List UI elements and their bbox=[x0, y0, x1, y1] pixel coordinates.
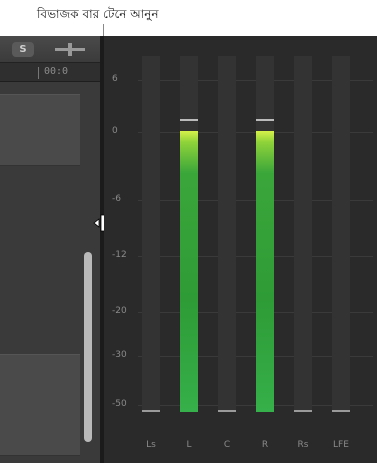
meter-floor bbox=[294, 410, 312, 412]
scale-label: -20 bbox=[112, 306, 127, 316]
meter-channel-rs bbox=[294, 56, 312, 412]
meter-channel-lfe bbox=[332, 56, 350, 412]
channel-label: C bbox=[223, 440, 231, 450]
channel-label: Rs bbox=[297, 440, 309, 450]
ruler-time: 00:0 bbox=[44, 66, 69, 77]
meter-floor bbox=[142, 410, 160, 412]
app-window: S 00:0 6 0 -6 -12 -20 -30 -50 Ls L C R R… bbox=[0, 36, 377, 463]
scale-label: -12 bbox=[112, 250, 127, 260]
meter-channel-c bbox=[218, 56, 236, 412]
meter-floor bbox=[332, 410, 350, 412]
meter-level-l bbox=[180, 131, 198, 412]
scale-label: 0 bbox=[112, 126, 118, 136]
scale-label: -50 bbox=[112, 399, 127, 409]
meter-channel-ls bbox=[142, 56, 160, 412]
track-pane: S 00:0 bbox=[0, 36, 100, 463]
track-region[interactable] bbox=[0, 94, 80, 166]
timeline-ruler[interactable]: 00:0 bbox=[0, 63, 100, 82]
channel-label: LFE bbox=[333, 440, 349, 450]
meter-level-r bbox=[256, 131, 274, 412]
snap-icon[interactable] bbox=[55, 42, 85, 57]
vertical-scrollbar-thumb[interactable] bbox=[84, 252, 92, 442]
solo-button[interactable]: S bbox=[12, 42, 34, 57]
track-region[interactable] bbox=[0, 354, 80, 456]
callout-text: বিভাজক বার টেনে আনুন bbox=[37, 7, 159, 21]
channel-label: Ls bbox=[146, 440, 156, 450]
peak-hold-r bbox=[256, 119, 274, 121]
solo-icon: S bbox=[19, 44, 27, 55]
scale-label: -30 bbox=[112, 350, 127, 360]
track-toolbar: S bbox=[0, 36, 100, 63]
channel-label: R bbox=[261, 440, 269, 450]
scale-label: 6 bbox=[112, 74, 118, 84]
surround-meter: 6 0 -6 -12 -20 -30 -50 Ls L C R Rs LFE bbox=[104, 36, 377, 463]
channel-label: L bbox=[186, 440, 192, 450]
ruler-tick bbox=[38, 67, 39, 79]
meter-floor bbox=[218, 410, 236, 412]
peak-hold-l bbox=[180, 119, 198, 121]
scale-label: -6 bbox=[112, 194, 121, 204]
